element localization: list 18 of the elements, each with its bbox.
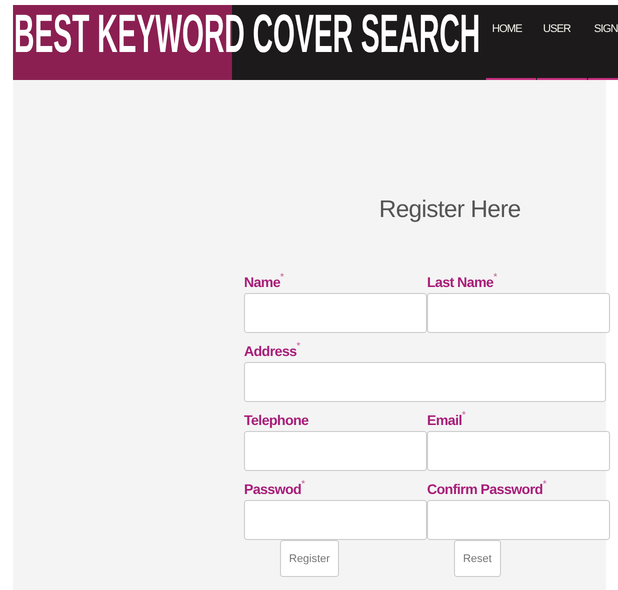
field-label: Name$^{*}$ [244,272,284,292]
field-label: Last Name$^{*}$ [427,272,497,292]
form-button[interactable]: Register [280,540,339,577]
field-label: Telephone [244,411,308,430]
input-field[interactable] [244,362,606,402]
input-field[interactable] [427,293,610,333]
field-label: Address$^{*}$ [244,341,300,361]
form-button[interactable]: Reset [454,540,501,577]
input-field[interactable] [427,500,610,540]
form-heading: Register Here [379,196,521,224]
field-label: Email$^{*}$ [427,410,466,430]
site-title: BEST KEYWORD COVER SEARCH [14,5,480,61]
input-field[interactable] [244,500,427,540]
field-label: Passwod$^{*}$ [244,479,305,499]
input-field[interactable] [244,431,427,471]
input-field[interactable] [427,431,610,471]
input-field[interactable] [244,293,427,333]
field-label: Confirm Password$^{*}$ [427,479,546,499]
